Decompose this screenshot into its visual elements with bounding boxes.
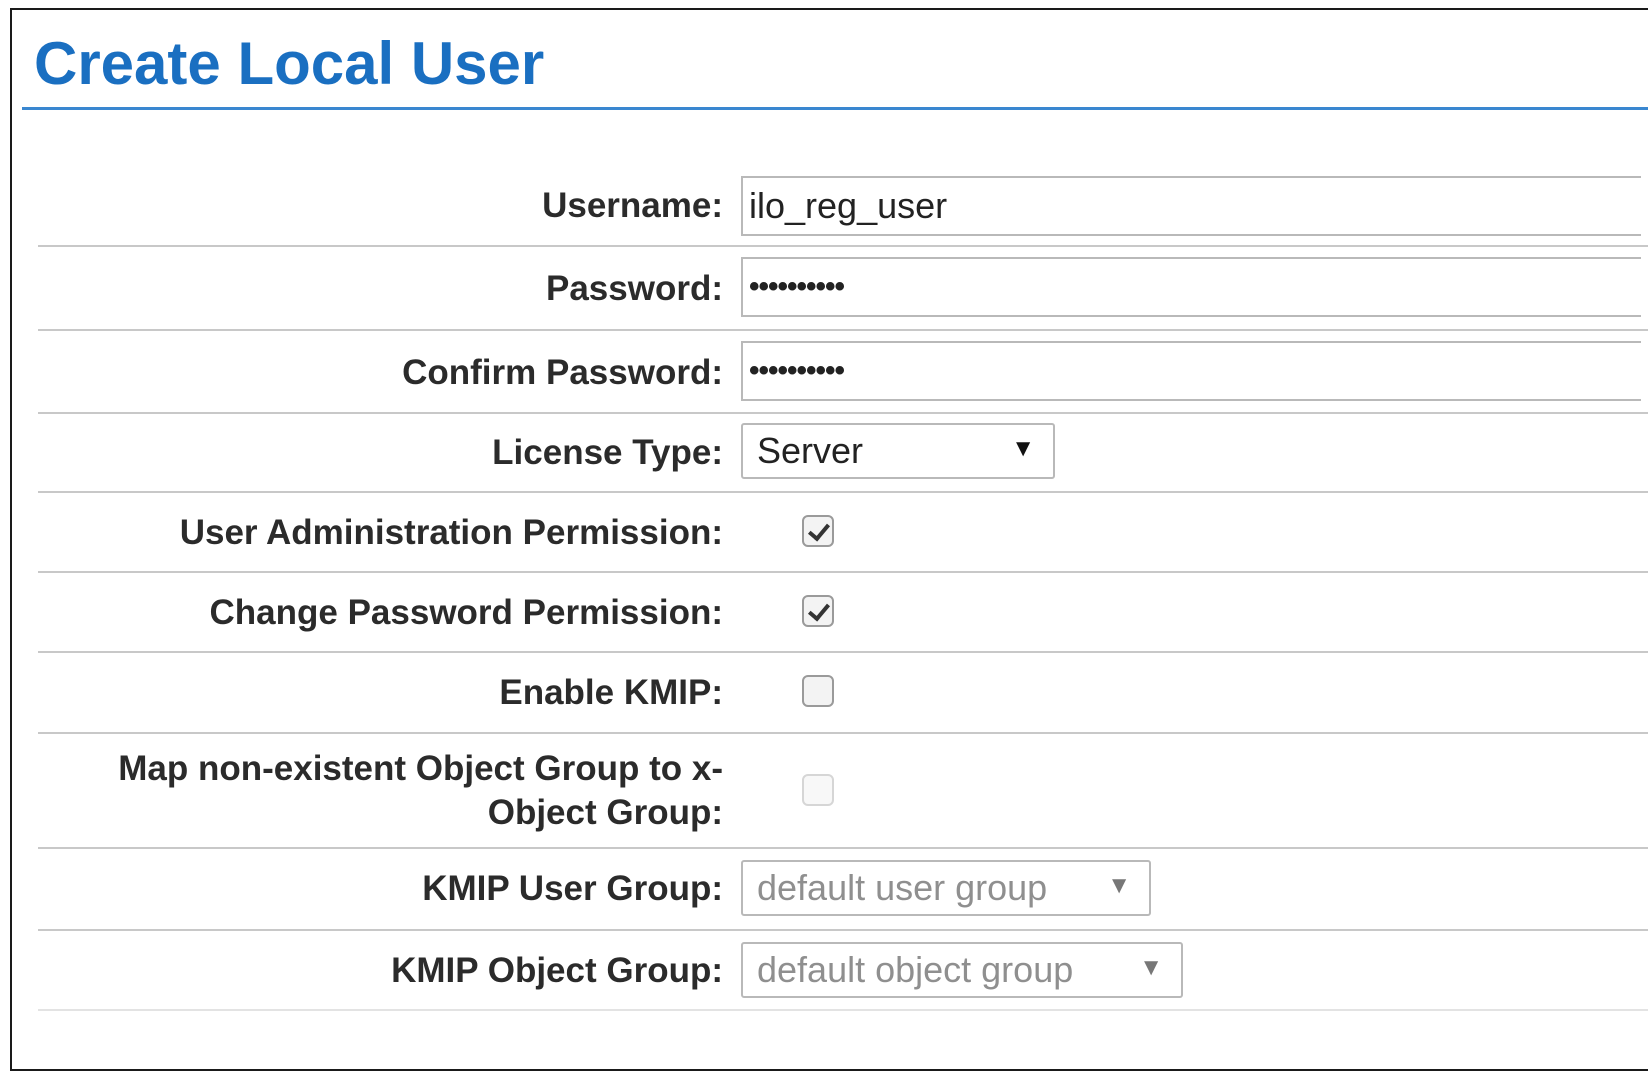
map-object-group-checkbox[interactable] xyxy=(802,774,834,806)
change-password-permission-checkbox[interactable] xyxy=(802,595,834,627)
license-type-label: License Type: xyxy=(492,433,723,472)
username-input[interactable]: ilo_reg_user xyxy=(741,176,1641,236)
title-divider xyxy=(22,107,1648,110)
kmip-user-group-value: default user group xyxy=(757,867,1048,908)
map-object-group-label-line2: Object Group: xyxy=(487,793,723,832)
kmip-object-group-label: KMIP Object Group: xyxy=(391,951,723,990)
confirm-password-row: Confirm Password: •••••••••• xyxy=(38,331,1648,414)
kmip-object-group-row: KMIP Object Group: default object group … xyxy=(38,931,1648,1011)
chevron-down-icon: ▼ xyxy=(1011,435,1035,462)
license-type-select[interactable]: Server ▼ xyxy=(741,423,1055,479)
confirm-password-input[interactable]: •••••••••• xyxy=(741,341,1641,401)
user-admin-permission-label: User Administration Permission: xyxy=(179,513,723,552)
kmip-user-group-select[interactable]: default user group ▼ xyxy=(741,860,1151,916)
username-label: Username: xyxy=(542,186,723,225)
chevron-down-icon: ▼ xyxy=(1139,954,1163,981)
map-object-group-label: Map non-existent Object Group to x- Obje… xyxy=(53,747,723,835)
chevron-down-icon: ▼ xyxy=(1107,872,1131,899)
change-password-permission-label: Change Password Permission: xyxy=(209,593,723,632)
enable-kmip-checkbox[interactable] xyxy=(802,675,834,707)
kmip-user-group-row: KMIP User Group: default user group ▼ xyxy=(38,849,1648,931)
enable-kmip-row: Enable KMIP: xyxy=(38,653,1648,734)
map-object-group-label-line1: Map non-existent Object Group to x- xyxy=(118,749,723,788)
create-user-form: Username: ilo_reg_user Password: •••••••… xyxy=(38,165,1648,1011)
username-row: Username: ilo_reg_user xyxy=(38,165,1648,247)
change-password-permission-row: Change Password Permission: xyxy=(38,573,1648,653)
confirm-password-label: Confirm Password: xyxy=(402,353,723,392)
license-type-value: Server xyxy=(757,430,864,471)
password-row: Password: •••••••••• xyxy=(38,247,1648,331)
page-title: Create Local User xyxy=(34,30,545,97)
kmip-object-group-select[interactable]: default object group ▼ xyxy=(741,942,1183,998)
map-object-group-row: Map non-existent Object Group to x- Obje… xyxy=(38,734,1648,849)
create-local-user-panel: Create Local User Username: ilo_reg_user… xyxy=(10,8,1648,1071)
password-input[interactable]: •••••••••• xyxy=(741,257,1641,317)
license-type-row: License Type: Server ▼ xyxy=(38,414,1648,493)
enable-kmip-label: Enable KMIP: xyxy=(499,673,723,712)
user-admin-permission-row: User Administration Permission: xyxy=(38,493,1648,573)
password-label: Password: xyxy=(546,269,723,308)
kmip-user-group-label: KMIP User Group: xyxy=(422,869,723,908)
user-admin-permission-checkbox[interactable] xyxy=(802,515,834,547)
kmip-object-group-value: default object group xyxy=(757,949,1074,990)
